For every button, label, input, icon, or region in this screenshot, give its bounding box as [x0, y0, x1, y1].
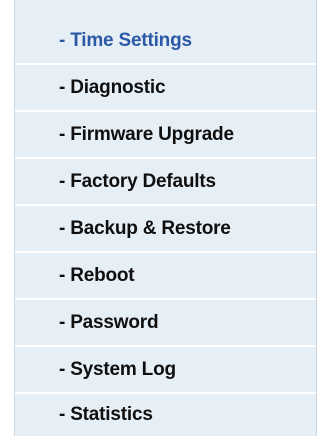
menu-item-reboot[interactable]: - Reboot	[15, 253, 316, 300]
menu-item-system-log[interactable]: - System Log	[15, 347, 316, 394]
menu-item-statistics[interactable]: - Statistics	[15, 394, 316, 436]
menu-item-time-settings[interactable]: - Time Settings	[15, 18, 316, 65]
menu-item-firmware-upgrade[interactable]: - Firmware Upgrade	[15, 112, 316, 159]
menu-item-password[interactable]: - Password	[15, 300, 316, 347]
system-tools-submenu: - Time Settings - Diagnostic - Firmware …	[14, 0, 317, 436]
menu-item-diagnostic[interactable]: - Diagnostic	[15, 65, 316, 112]
menu-item-factory-defaults[interactable]: - Factory Defaults	[15, 159, 316, 206]
menu-item-backup-restore[interactable]: - Backup & Restore	[15, 206, 316, 253]
